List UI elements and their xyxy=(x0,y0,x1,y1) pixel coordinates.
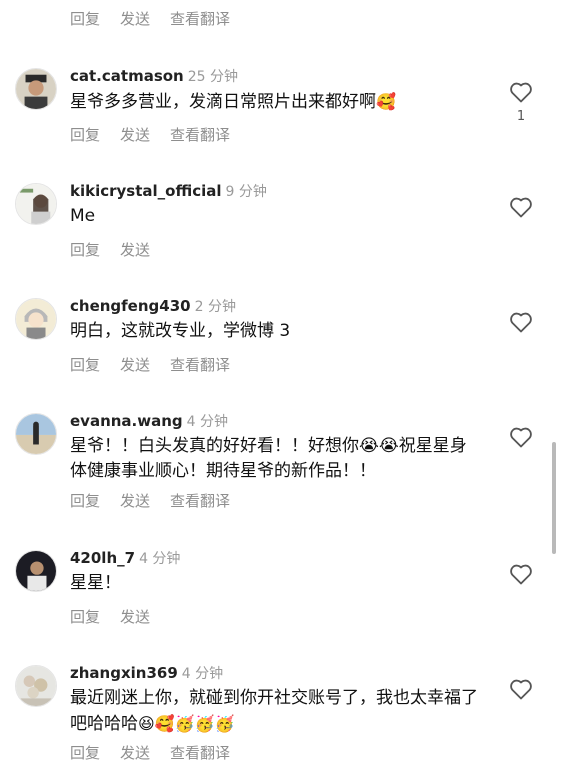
avatar[interactable] xyxy=(15,298,57,340)
send-button[interactable]: 发送 xyxy=(120,608,150,626)
comment-time: 25 分钟 xyxy=(187,69,238,85)
avatar[interactable] xyxy=(15,665,57,707)
comment-actions: 回复 发送 查看翻译 xyxy=(70,490,250,511)
comment-actions: 回复 发送 xyxy=(70,239,170,260)
comment-username[interactable]: zhangxin369 4 分钟 xyxy=(70,663,223,683)
comment-actions: 回复 发送 查看翻译 xyxy=(70,124,250,145)
comment-username[interactable]: chengfeng430 2 分钟 xyxy=(70,296,236,316)
send-button[interactable]: 发送 xyxy=(120,492,150,510)
comment-time: 4 分钟 xyxy=(181,666,224,682)
reply-button[interactable]: 回复 xyxy=(70,492,100,510)
comment-time: 9 分钟 xyxy=(225,184,267,200)
send-button[interactable]: 发送 xyxy=(120,241,150,259)
translate-button[interactable]: 查看翻译 xyxy=(170,492,230,510)
translate-button[interactable]: 查看翻译 xyxy=(170,126,230,144)
comment-text: 明白，这就改专业，学微博 3 xyxy=(70,321,291,341)
comment-time: 2 分钟 xyxy=(194,299,236,315)
avatar[interactable] xyxy=(15,68,57,110)
send-button[interactable]: 发送 xyxy=(120,744,150,762)
heart-icon[interactable] xyxy=(509,563,533,585)
comment-actions: 回复 发送 查看翻译 xyxy=(70,354,250,375)
comment-text: 星爷多多营业，发滴日常照片出来都好啊🥰 xyxy=(70,92,396,112)
comment-text: 最近刚迷上你，就碰到你开社交账号了，我也太幸福了吧哈哈哈😆🥰🥳🥳🥳 xyxy=(70,688,478,734)
comment-username[interactable]: evanna.wang 4 分钟 xyxy=(70,411,228,431)
comment-text: 星星！ xyxy=(70,573,121,593)
reply-button[interactable]: 回复 xyxy=(70,744,100,762)
comment-time: 4 分钟 xyxy=(186,414,229,430)
comment-actions: 回复 发送 查看翻译 xyxy=(70,742,250,763)
heart-icon[interactable] xyxy=(509,81,533,103)
comment-emojis: 😆🥰🥳🥳🥳 xyxy=(138,714,235,733)
comment-time: 4 分钟 xyxy=(139,551,181,567)
translate-button[interactable]: 查看翻译 xyxy=(170,356,230,374)
comment-actions-top: 回复 发送 查看翻译 xyxy=(70,8,250,29)
heart-icon[interactable] xyxy=(509,311,533,333)
comment-text: 星爷！！白头发真的好好看！！好想你😭😭祝星星身体健康事业顺心！期待星爷的新作品！… xyxy=(70,436,467,481)
comment-username[interactable]: kikicrystal_official 9 分钟 xyxy=(70,181,267,201)
heart-icon[interactable] xyxy=(509,678,533,700)
reply-button[interactable]: 回复 xyxy=(70,608,100,626)
reply-button[interactable]: 回复 xyxy=(70,126,100,144)
heart-icon[interactable] xyxy=(509,426,533,448)
avatar[interactable] xyxy=(15,550,57,592)
heart-icon[interactable] xyxy=(509,196,533,218)
translate-button[interactable]: 查看翻译 xyxy=(170,744,230,762)
avatar[interactable] xyxy=(15,413,57,455)
comment-username[interactable]: 420lh_7 4 分钟 xyxy=(70,548,180,568)
reply-button[interactable]: 回复 xyxy=(70,241,100,259)
reply-button[interactable]: 回复 xyxy=(70,10,100,28)
comment-text: Me xyxy=(70,206,96,226)
send-button[interactable]: 发送 xyxy=(120,356,150,374)
send-button[interactable]: 发送 xyxy=(120,10,150,28)
comment-actions: 回复 发送 xyxy=(70,606,170,627)
reply-button[interactable]: 回复 xyxy=(70,356,100,374)
send-button[interactable]: 发送 xyxy=(120,126,150,144)
translate-button[interactable]: 查看翻译 xyxy=(170,10,230,28)
like-count: 1 xyxy=(516,109,526,124)
scrollbar[interactable] xyxy=(552,442,556,554)
comment-username[interactable]: cat.catmason 25 分钟 xyxy=(70,66,238,86)
comment-emojis: 🥰 xyxy=(376,92,396,111)
avatar[interactable] xyxy=(15,183,57,225)
